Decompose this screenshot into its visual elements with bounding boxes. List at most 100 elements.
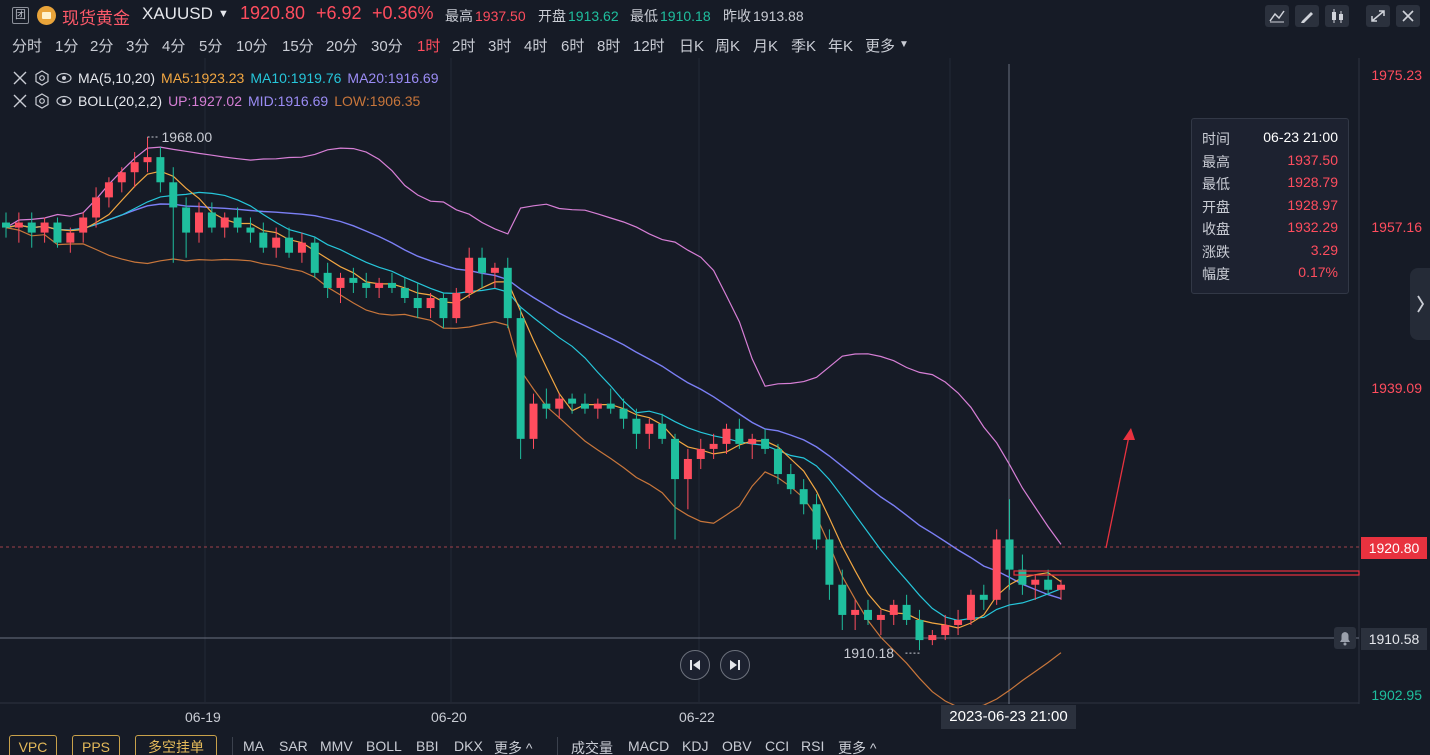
vpc-button[interactable]: VPC <box>9 735 57 755</box>
main-indicator-button[interactable]: BOLL <box>366 738 402 754</box>
side-panel-toggle[interactable] <box>1410 268 1430 340</box>
settings-icon[interactable] <box>34 93 50 109</box>
main-indicator-button[interactable]: SAR <box>279 738 308 754</box>
sub-indicator-button[interactable]: CCI <box>765 738 789 754</box>
candle-body <box>838 584 847 615</box>
tab-period[interactable]: 5分 <box>199 35 222 56</box>
x-tick-label: 06-22 <box>679 709 715 725</box>
pen-icon[interactable] <box>1295 5 1319 27</box>
candle-body <box>671 438 680 480</box>
candle-body <box>1031 579 1040 585</box>
tooltip-row-close: 收盘 1932.29 <box>1202 219 1338 237</box>
long-short-orders-button[interactable]: 多空挂单 <box>135 735 217 755</box>
sub-indicator-button[interactable]: 成交量 <box>571 738 613 755</box>
candle-body <box>902 604 911 620</box>
tab-period[interactable]: 2时 <box>452 35 475 56</box>
close-icon[interactable] <box>12 93 28 109</box>
close-panel-button[interactable]: 团 <box>12 7 29 24</box>
settings-icon[interactable] <box>34 70 50 86</box>
tab-period[interactable]: 季K <box>791 35 816 56</box>
candle-body <box>66 232 75 243</box>
symbol-name[interactable]: 现货黄金 <box>62 4 130 29</box>
tab-period[interactable]: 分时 <box>12 35 42 56</box>
eye-icon[interactable] <box>56 93 72 109</box>
scroll-start-button[interactable] <box>680 650 710 680</box>
pps-button[interactable]: PPS <box>72 735 120 755</box>
tab-period[interactable]: 3分 <box>126 35 149 56</box>
candle-body <box>104 182 113 198</box>
candle-body <box>233 217 242 228</box>
candle-body <box>889 604 898 615</box>
main-indicator-button[interactable]: MA <box>243 738 264 754</box>
tab-period[interactable]: 15分 <box>282 35 314 56</box>
close-icon[interactable] <box>12 70 28 86</box>
price-change-pct: +0.36% <box>372 3 434 23</box>
candle-body <box>606 403 615 409</box>
chevron-down-icon[interactable]: ▼ <box>899 39 909 50</box>
tab-period[interactable]: 4分 <box>162 35 185 56</box>
candle-body <box>156 157 165 183</box>
candle-body <box>490 267 499 273</box>
tab-period[interactable]: 12时 <box>633 35 665 56</box>
boll-mid-value: MID:1916.69 <box>248 93 329 109</box>
line-tool-icon[interactable] <box>1265 5 1289 27</box>
symbol-code[interactable]: XAUUSD <box>142 4 213 24</box>
ohlc-tooltip: 时间 06-23 21:00 最高 1937.50 最低 1928.79 开盘 1928… <box>1191 118 1349 294</box>
chevron-down-icon[interactable]: ▼ <box>218 8 229 20</box>
bell-icon[interactable] <box>1334 627 1356 649</box>
candle-type-icon[interactable] <box>1325 5 1349 27</box>
tooltip-row-open: 开盘 1928.97 <box>1202 196 1338 215</box>
tab-period[interactable]: 月K <box>753 35 778 56</box>
sub-indicator-button[interactable]: RSI <box>801 738 824 754</box>
candle-body <box>336 277 345 288</box>
tab-period[interactable]: 20分 <box>326 35 358 56</box>
tab-period[interactable]: 6时 <box>561 35 584 56</box>
current-price-tag: 1920.80 <box>1361 537 1427 559</box>
y-tick-label: 1939.09 <box>1371 380 1422 396</box>
y-tick-label: 1902.95 <box>1371 687 1422 703</box>
low-mark-label: 1910.18 <box>843 645 894 661</box>
x-tick-label: 06-20 <box>431 709 467 725</box>
low-stat: 最低 1910.18 <box>630 8 711 24</box>
close-icon[interactable] <box>1396 5 1420 27</box>
candle-body <box>272 237 281 248</box>
tab-period[interactable]: 4时 <box>524 35 547 56</box>
tab-period[interactable]: 30分 <box>371 35 403 56</box>
tab-period[interactable]: 3时 <box>488 35 511 56</box>
tab-period[interactable]: 周K <box>715 35 740 56</box>
scroll-end-button[interactable] <box>720 650 750 680</box>
boll-low-value: LOW:1906.35 <box>334 93 421 109</box>
candle-body <box>735 428 744 444</box>
fullscreen-icon[interactable] <box>1366 5 1390 27</box>
candle-body <box>954 619 963 625</box>
candle-body <box>825 539 834 585</box>
eye-icon[interactable] <box>56 70 72 86</box>
tab-period[interactable]: 1分 <box>55 35 78 56</box>
boll-name: BOLL(20,2,2) <box>78 93 163 109</box>
main-indicator-button[interactable]: BBI <box>416 738 439 754</box>
candle-body <box>79 217 88 233</box>
sub-indicator-button[interactable]: KDJ <box>682 738 708 754</box>
tab-period[interactable]: 8时 <box>597 35 620 56</box>
sub-indicator-button[interactable]: 更多 ^ <box>838 738 876 755</box>
candle-body <box>979 594 988 600</box>
prev-close-stat: 昨收 1913.88 <box>723 8 804 24</box>
y-tick-label: 1957.16 <box>1371 219 1422 235</box>
candle-body <box>194 212 203 233</box>
main-indicator-button[interactable]: 更多 ^ <box>494 738 532 755</box>
candle-body <box>619 408 628 419</box>
main-indicator-button[interactable]: DKX <box>454 738 483 754</box>
tab-period[interactable]: 日K <box>679 35 704 56</box>
tab-period[interactable]: 年K <box>828 35 853 56</box>
tab-period[interactable]: 2分 <box>90 35 113 56</box>
tab-period[interactable]: 更多 <box>865 35 895 56</box>
sub-indicator-button[interactable]: MACD <box>628 738 669 754</box>
candle-body <box>27 222 36 233</box>
tab-period[interactable]: 1时 <box>417 35 440 56</box>
candle-body <box>130 162 139 173</box>
candle-body <box>992 539 1001 600</box>
sub-indicator-button[interactable]: OBV <box>722 738 752 754</box>
tab-period[interactable]: 10分 <box>236 35 268 56</box>
tooltip-row-change: 涨跌 3.29 <box>1202 241 1338 260</box>
main-indicator-button[interactable]: MMV <box>320 738 353 754</box>
